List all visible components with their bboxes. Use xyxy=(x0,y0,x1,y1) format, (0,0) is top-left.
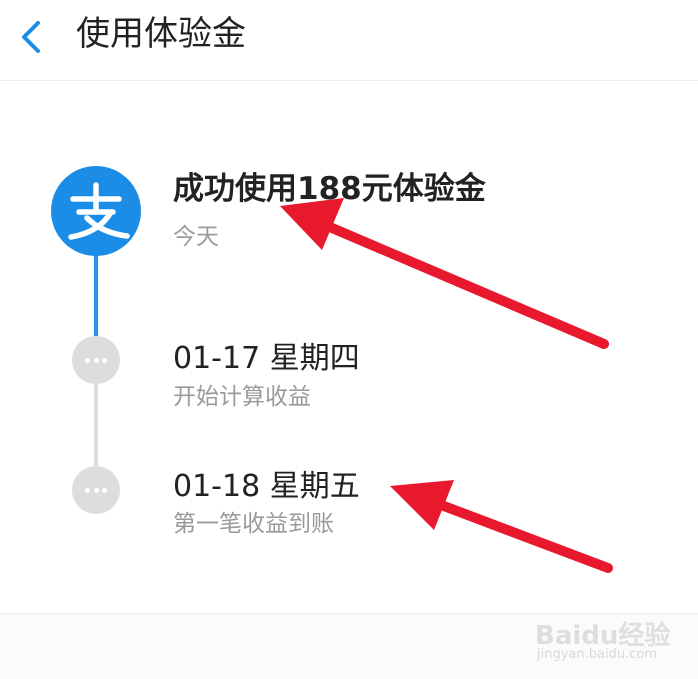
timeline-item-subtitle: 第一笔收益到账 xyxy=(173,511,334,537)
timeline-node-pending xyxy=(72,466,120,514)
watermark: Baidu经验 jingyan.baidu.com xyxy=(535,605,695,675)
back-button[interactable] xyxy=(8,6,58,66)
navigation-bar: 使用体验金 xyxy=(0,0,698,81)
chevron-left-icon xyxy=(22,21,40,53)
timeline-node-pending xyxy=(72,336,120,384)
more-dots-icon xyxy=(72,336,120,384)
timeline-item-subtitle: 开始计算收益 xyxy=(173,384,311,410)
alipay-logo-icon xyxy=(51,166,141,256)
watermark-url: jingyan.baidu.com xyxy=(537,647,657,662)
timeline-item-subtitle: 今天 xyxy=(173,224,219,250)
timeline-item-title: 成功使用188元体验金 xyxy=(173,171,486,207)
more-dots-icon xyxy=(72,466,120,514)
timeline-item-title: 01-17 星期四 xyxy=(173,341,360,376)
page-title: 使用体验金 xyxy=(76,14,246,54)
timeline-item-title: 01-18 星期五 xyxy=(173,469,360,504)
